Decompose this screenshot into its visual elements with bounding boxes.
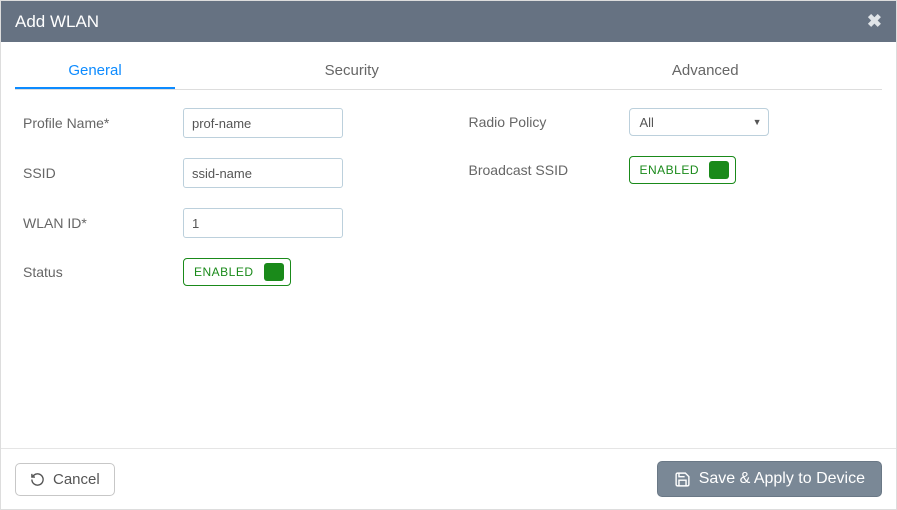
radio-policy-select[interactable]: All ▼ (629, 108, 769, 136)
close-icon[interactable]: ✖ (867, 11, 882, 32)
undo-icon (30, 472, 45, 487)
save-apply-button[interactable]: Save & Apply to Device (657, 461, 882, 497)
label-radio-policy: Radio Policy (469, 114, 629, 130)
status-toggle[interactable]: ENABLED (183, 258, 291, 286)
label-status: Status (23, 264, 183, 280)
profile-name-input[interactable] (183, 108, 343, 138)
dialog-footer: Cancel Save & Apply to Device (1, 448, 896, 509)
form-right-column: Radio Policy All ▼ Broadcast SSID ENABLE… (469, 108, 875, 306)
row-ssid: SSID (23, 158, 429, 188)
label-broadcast-ssid: Broadcast SSID (469, 162, 629, 178)
cancel-button[interactable]: Cancel (15, 463, 115, 496)
form-area: Profile Name* SSID WLAN ID* Status ENABL… (15, 108, 882, 306)
status-toggle-text: ENABLED (194, 265, 254, 279)
save-icon (674, 471, 691, 488)
row-broadcast-ssid: Broadcast SSID ENABLED (469, 156, 875, 184)
label-wlan-id: WLAN ID* (23, 215, 183, 231)
form-left-column: Profile Name* SSID WLAN ID* Status ENABL… (23, 108, 429, 306)
chevron-down-icon: ▼ (753, 117, 762, 127)
ssid-input[interactable] (183, 158, 343, 188)
dialog-header: Add WLAN ✖ (1, 1, 896, 42)
row-radio-policy: Radio Policy All ▼ (469, 108, 875, 136)
label-ssid: SSID (23, 165, 183, 181)
radio-policy-value: All (640, 115, 654, 130)
broadcast-ssid-toggle[interactable]: ENABLED (629, 156, 737, 184)
tab-advanced[interactable]: Advanced (529, 52, 883, 89)
broadcast-ssid-toggle-text: ENABLED (640, 163, 700, 177)
cancel-button-label: Cancel (53, 471, 100, 488)
dialog-title: Add WLAN (15, 12, 99, 32)
label-profile-name: Profile Name* (23, 115, 183, 131)
row-status: Status ENABLED (23, 258, 429, 286)
add-wlan-dialog: Add WLAN ✖ General Security Advanced Pro… (0, 0, 897, 510)
wlan-id-input[interactable] (183, 208, 343, 238)
dialog-body: General Security Advanced Profile Name* … (1, 42, 896, 448)
save-button-label: Save & Apply to Device (699, 470, 865, 488)
row-wlan-id: WLAN ID* (23, 208, 429, 238)
row-profile-name: Profile Name* (23, 108, 429, 138)
tabs: General Security Advanced (15, 52, 882, 90)
toggle-knob-icon (264, 263, 284, 281)
tab-general[interactable]: General (15, 52, 175, 89)
toggle-knob-icon (709, 161, 729, 179)
tab-security[interactable]: Security (175, 52, 529, 89)
